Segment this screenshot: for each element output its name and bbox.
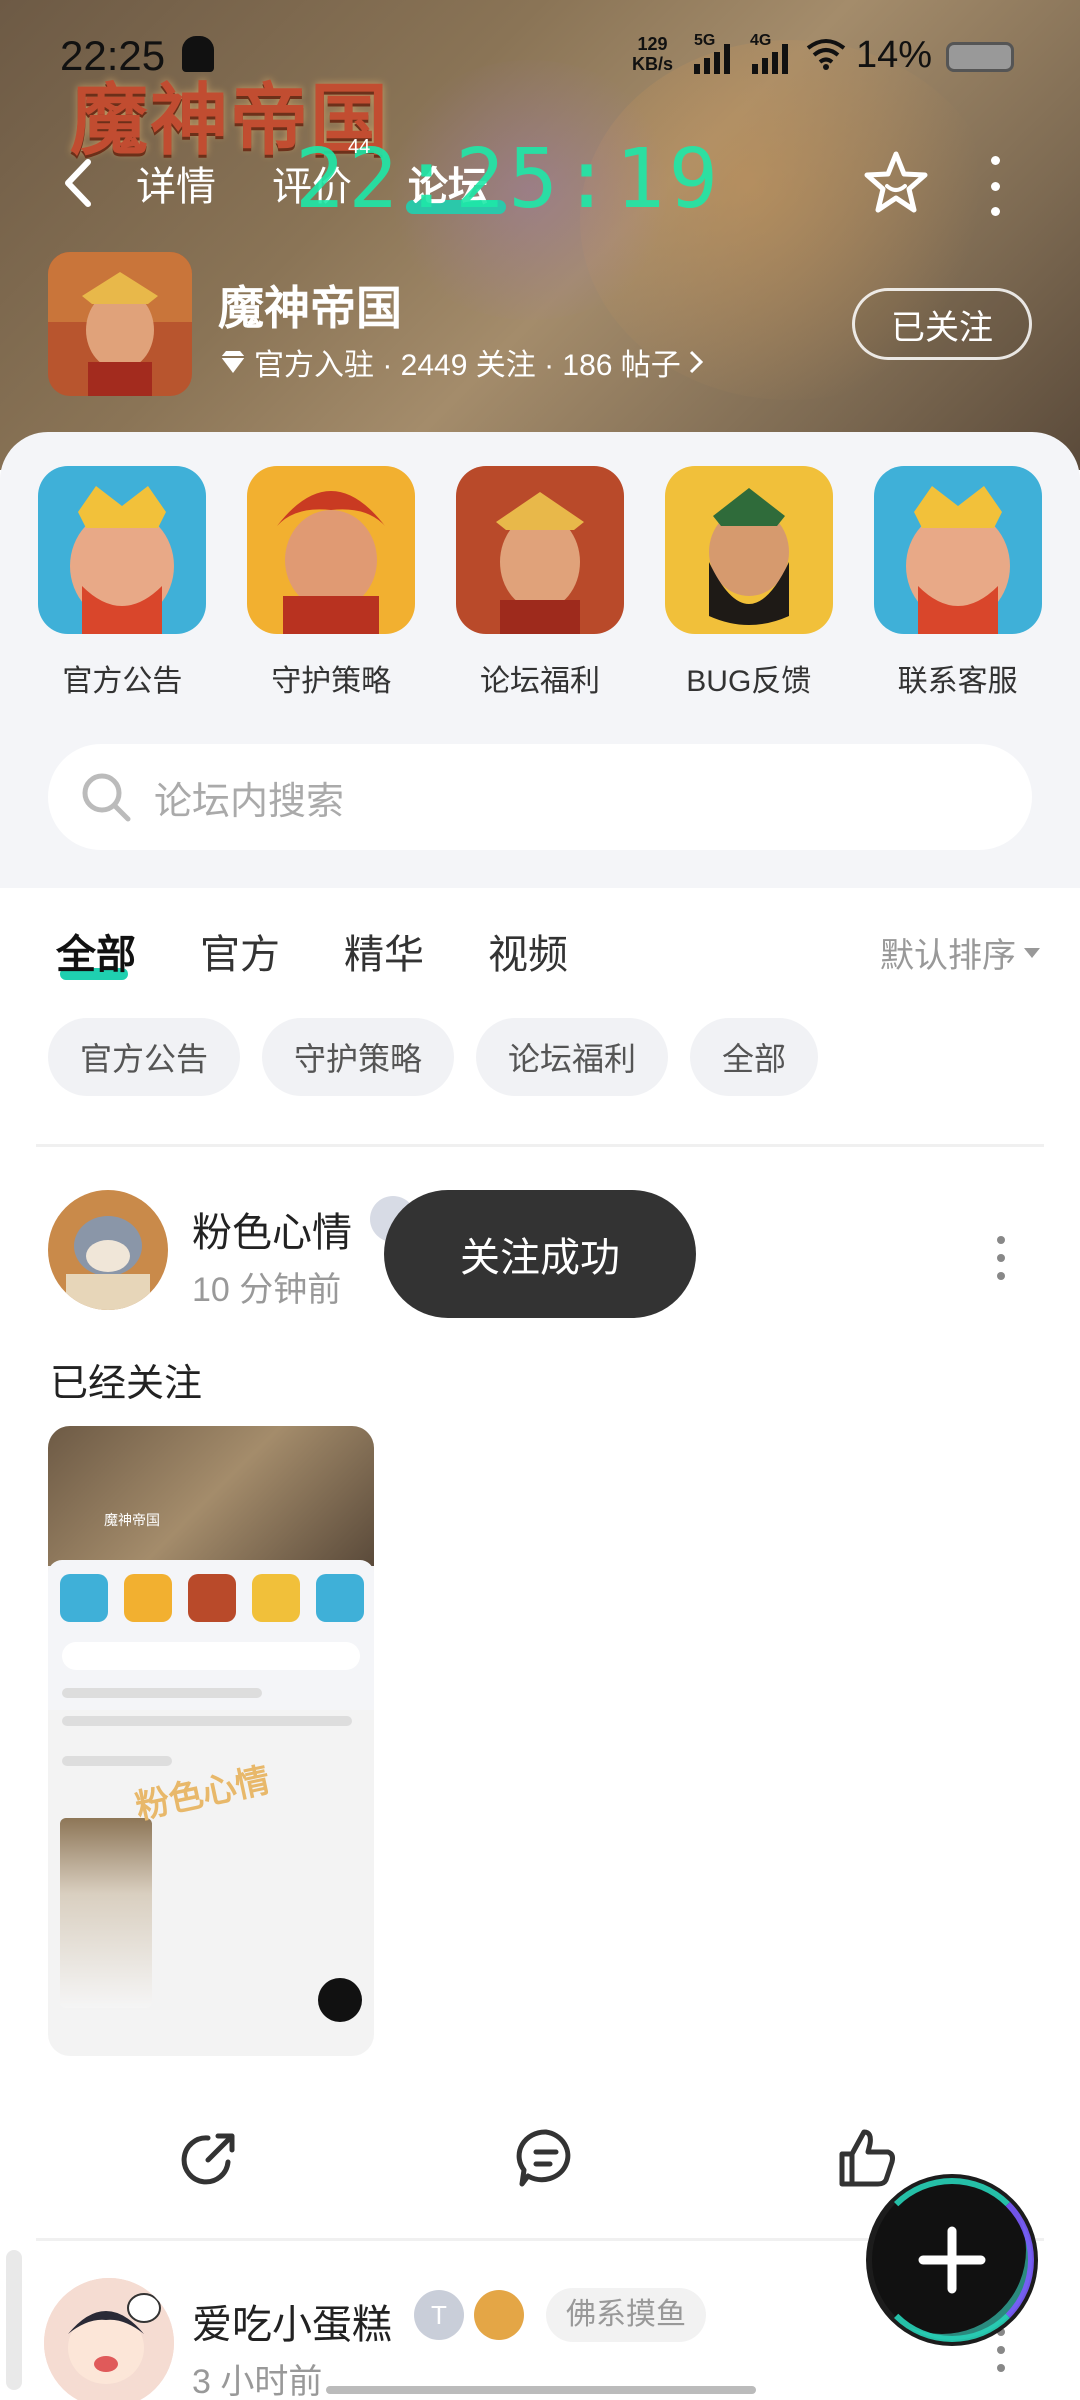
filter-tab-featured[interactable]: 精华 [344,922,424,980]
divider [36,1144,1044,1147]
king-avatar-icon-2 [873,466,1042,634]
shortcut-strategy[interactable]: 守护策略 [231,466,431,700]
chip-welfare[interactable]: 论坛福利 [476,1018,669,1096]
thumb-inner-image [60,1818,152,2008]
overlay-small-number: 44 [348,136,371,158]
status-time: 22:25 [60,32,166,79]
search-icon [82,773,131,822]
toast-message: 关注成功 [384,1190,696,1318]
hero-avatar-icon [455,466,624,634]
fab-ring [870,2178,1034,2342]
thumb-icon [316,1574,364,1622]
thumb-title: 魔神帝国 [104,1512,160,1528]
post-timestamp: 10 分钟前 [192,1271,342,1309]
sort-label: 默认排序 [880,937,1016,975]
shortcut-bug-report[interactable]: BUG反馈 [649,466,849,700]
shortcut-label: 官方公告 [62,665,183,698]
signal-bars-icon-2 [752,42,788,74]
thumb-icon [60,1574,108,1622]
share-icon[interactable] [178,2126,242,2190]
forum-meta-text: 官方入驻 · 2449 关注 · 186 帖子 [254,349,681,382]
network-speed-unit: KB/s [632,54,674,74]
thumb-fab [318,1978,362,2022]
thumb-icon [188,1574,236,1622]
medal-badge-icon [474,2290,524,2340]
sort-dropdown[interactable]: 默认排序 [880,928,1040,977]
notification-icon [182,36,214,72]
new-post-button[interactable] [870,2178,1034,2342]
wifi-icon [806,39,846,70]
search-input[interactable]: 论坛内搜索 [154,770,344,825]
thumb-line [62,1756,172,1766]
avatar[interactable] [44,2278,174,2400]
forum-game-icon [48,252,192,396]
post-more-icon[interactable] [994,2328,1008,2372]
more-options-icon[interactable] [980,156,1010,216]
favorite-star-icon[interactable] [860,146,932,218]
battery-percent: 14% [856,34,933,76]
shortcut-label: 守护策略 [271,665,392,698]
filter-tab-video[interactable]: 视频 [488,922,568,980]
followed-button[interactable]: 已关注 [852,288,1032,360]
user-title-tag: 佛系摸鱼 [546,2288,706,2342]
shortcut-welfare[interactable]: 论坛福利 [440,466,640,700]
thumb-line [62,1688,262,1698]
shortcut-label: BUG反馈 [686,665,812,698]
thumb-icon [252,1574,300,1622]
forum-panel: 官方公告 守护策略 论坛福利 BUG反馈 联系客服 论坛内搜索 [0,432,1080,888]
post-content[interactable]: 已经关注 [50,1352,202,1407]
caret-down-icon [1024,947,1040,958]
diamond-icon [221,351,245,373]
post-timestamp: 3 小时前 [192,2363,323,2400]
category-chips: 官方公告 守护策略 论坛福利 全部 [48,1018,819,1096]
post-author-name[interactable]: 爱吃小蛋糕 [192,2292,392,2350]
battery-icon [946,42,1014,72]
back-arrow-icon[interactable] [60,158,94,208]
thumb-search [62,1642,360,1670]
warrior-avatar-icon [247,466,416,634]
post-more-icon[interactable] [994,1236,1008,1280]
general-avatar-icon [664,466,833,634]
chip-all[interactable]: 全部 [690,1018,819,1096]
shortcut-label: 论坛福利 [479,665,600,698]
thumb-line [62,1716,352,1726]
post-filter-tabs: 全部 官方 精华 视频 默认排序 [0,916,1080,986]
post-author-name[interactable]: 粉色心情 [192,1200,352,1258]
filter-tab-all[interactable]: 全部 [56,922,136,980]
forum-meta[interactable]: 官方入驻 · 2449 关注 · 186 帖子 [218,340,705,384]
thumb-icon [124,1574,172,1622]
shortcut-label: 联系客服 [897,665,1018,698]
user-level-badge: T [414,2290,464,2340]
thumb-banner [48,1426,374,1566]
chip-strategy[interactable]: 守护策略 [262,1018,455,1096]
top-nav: 详情 评价 论坛 22:25:19 44 [0,132,1080,230]
forum-name: 魔神帝国 [218,282,402,334]
king-avatar-icon [38,466,207,634]
post-image[interactable]: 魔神帝国 粉色心情 [48,1426,374,2056]
shortcut-row: 官方公告 守护策略 论坛福利 BUG反馈 联系客服 [0,466,1080,700]
shortcut-official-notice[interactable]: 官方公告 [22,466,222,700]
shortcut-customer-service[interactable]: 联系客服 [858,466,1058,700]
forum-search[interactable]: 论坛内搜索 [48,744,1032,850]
edge-handle[interactable] [6,2250,22,2390]
like-icon[interactable] [834,2126,898,2190]
chevron-right-icon [689,350,703,374]
signal-bars-icon [694,42,730,74]
network-speed-value: 129 [637,34,668,54]
avatar[interactable] [48,1190,168,1310]
tab-details[interactable]: 详情 [136,154,216,212]
status-bar: 22:25 129 KB/s 5G 4G 14% [0,30,1080,90]
filter-tab-official[interactable]: 官方 [200,922,280,980]
chip-official-notice[interactable]: 官方公告 [48,1018,241,1096]
comment-icon[interactable] [514,2126,578,2190]
home-indicator[interactable] [326,2386,756,2394]
network-speed: 129 KB/s [632,34,673,74]
